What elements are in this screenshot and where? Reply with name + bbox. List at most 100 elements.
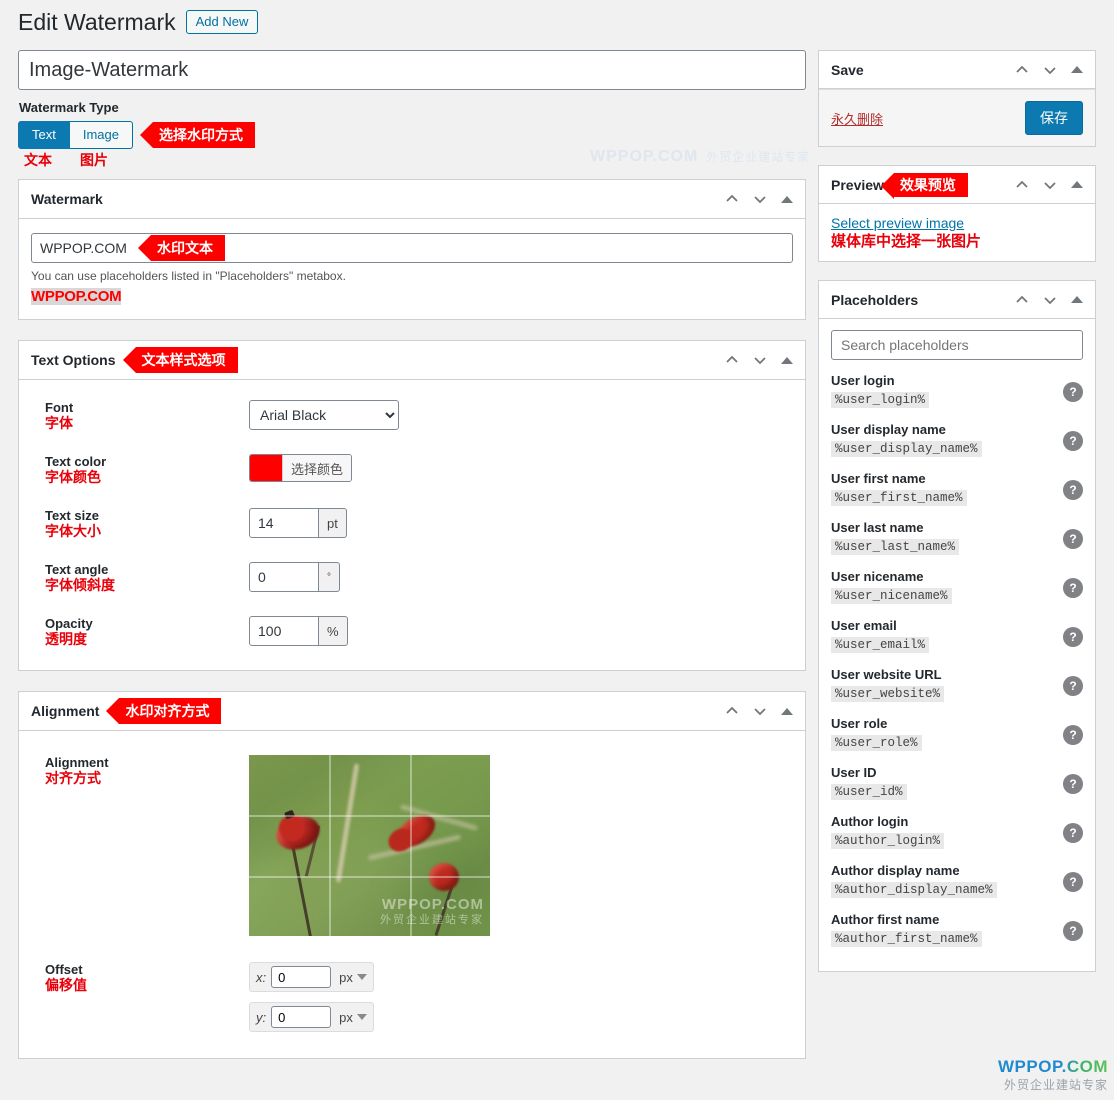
collapse-toggle-icon[interactable] xyxy=(781,707,793,715)
watermark-type-tabs[interactable]: Text Image xyxy=(18,121,133,149)
text-size-label-zh: 字体大小 xyxy=(45,523,101,539)
chevron-up-icon[interactable] xyxy=(1015,293,1029,307)
watermark-title-input[interactable] xyxy=(18,50,806,90)
font-label-zh: 字体 xyxy=(45,415,73,431)
collapse-toggle-icon[interactable] xyxy=(781,195,793,203)
text-angle-label: Text angle 字体倾斜度 xyxy=(31,562,249,594)
font-select[interactable]: Arial Black xyxy=(249,400,399,430)
help-icon[interactable]: ? xyxy=(1063,774,1083,794)
offset-x-unit-dropdown-icon[interactable] xyxy=(356,974,367,980)
offset-x-group: x: px xyxy=(249,962,374,992)
placeholder-code[interactable]: %author_login% xyxy=(831,833,945,849)
offset-y-unit-dropdown-icon[interactable] xyxy=(356,1014,367,1020)
placeholder-item[interactable]: User website URL %user_website%? xyxy=(831,666,1083,702)
placeholder-item[interactable]: User ID %user_id%? xyxy=(831,764,1083,800)
placeholder-item[interactable]: User last name %user_last_name%? xyxy=(831,519,1083,555)
help-icon[interactable]: ? xyxy=(1063,823,1083,843)
color-picker[interactable]: 选择颜色 xyxy=(249,454,353,482)
search-placeholders-input[interactable] xyxy=(831,330,1083,360)
color-swatch[interactable] xyxy=(250,455,282,481)
panel-tools xyxy=(1015,178,1083,192)
callout-watermark-text: 水印文本 xyxy=(138,235,225,261)
offset-y-axis-label: y: xyxy=(256,1009,267,1025)
placeholder-code[interactable]: %author_first_name% xyxy=(831,931,982,947)
collapse-toggle-icon[interactable] xyxy=(1071,296,1083,303)
help-icon[interactable]: ? xyxy=(1063,921,1083,941)
placeholders-panel: Placeholders User login%user_login%?User… xyxy=(818,280,1096,972)
placeholder-name: User nicename xyxy=(831,569,924,584)
tab-image[interactable]: Image xyxy=(69,121,133,149)
placeholder-item[interactable]: Author first name %author_first_name%? xyxy=(831,911,1083,947)
chevron-down-icon[interactable] xyxy=(1043,178,1057,192)
offset-y-input[interactable] xyxy=(271,1006,332,1028)
help-icon[interactable]: ? xyxy=(1063,676,1083,696)
placeholder-item[interactable]: User nicename %user_nicename%? xyxy=(831,568,1083,604)
help-icon[interactable]: ? xyxy=(1063,431,1083,451)
placeholder-code[interactable]: %user_login% xyxy=(831,392,930,408)
placeholder-code[interactable]: %user_display_name% xyxy=(831,441,982,457)
alignment-position-grid[interactable]: WPPOP.COM 外贸企业建站专家 xyxy=(249,755,490,936)
tab-text[interactable]: Text xyxy=(18,121,70,149)
placeholder-item[interactable]: User role %user_role%? xyxy=(831,715,1083,751)
collapse-toggle-icon[interactable] xyxy=(1071,66,1083,73)
placeholder-code[interactable]: %user_website% xyxy=(831,686,945,702)
collapse-toggle-icon[interactable] xyxy=(781,356,793,364)
callout-text-options: 文本样式选项 xyxy=(122,347,238,373)
placeholder-name: User first name xyxy=(831,471,926,486)
placeholder-name: Author first name xyxy=(831,912,940,927)
chevron-down-icon[interactable] xyxy=(753,192,767,206)
text-size-group: pt xyxy=(249,508,347,538)
help-icon[interactable]: ? xyxy=(1063,627,1083,647)
placeholder-item[interactable]: User email %user_email%? xyxy=(831,617,1083,653)
help-icon[interactable]: ? xyxy=(1063,529,1083,549)
placeholder-item[interactable]: User display name %user_display_name%? xyxy=(831,421,1083,457)
metabox-tools xyxy=(725,704,793,718)
select-color-button[interactable]: 选择颜色 xyxy=(282,455,352,481)
offset-x-input[interactable] xyxy=(271,966,332,988)
chevron-down-icon[interactable] xyxy=(753,704,767,718)
text-color-label: Text color 字体颜色 xyxy=(31,454,249,486)
add-new-button[interactable]: Add New xyxy=(185,10,259,34)
chevron-down-icon[interactable] xyxy=(1043,293,1057,307)
save-panel: Save 永久删除 保存 xyxy=(818,50,1096,147)
placeholder-code[interactable]: %user_id% xyxy=(831,784,907,800)
opacity-input[interactable] xyxy=(249,616,319,646)
chevron-down-icon[interactable] xyxy=(753,353,767,367)
placeholder-code[interactable]: %user_last_name% xyxy=(831,539,960,555)
panel-tools xyxy=(1015,293,1083,307)
help-icon[interactable]: ? xyxy=(1063,725,1083,745)
chevron-up-icon[interactable] xyxy=(725,704,739,718)
placeholder-code[interactable]: %user_first_name% xyxy=(831,490,967,506)
collapse-toggle-icon[interactable] xyxy=(1071,181,1083,188)
text-angle-unit: ° xyxy=(319,562,340,592)
delete-permanently-link[interactable]: 永久删除 xyxy=(831,109,883,128)
placeholder-code[interactable]: %user_email% xyxy=(831,637,930,653)
text-size-input[interactable] xyxy=(249,508,319,538)
watermark-metabox-header: Watermark xyxy=(19,180,805,219)
placeholder-item[interactable]: User first name %user_first_name%? xyxy=(831,470,1083,506)
help-icon[interactable]: ? xyxy=(1063,382,1083,402)
help-icon[interactable]: ? xyxy=(1063,480,1083,500)
text-options-body: Font 字体 Arial Black Text color 字体颜色 选择颜色… xyxy=(19,380,805,670)
placeholder-item[interactable]: Author display name %author_display_name%… xyxy=(831,862,1083,898)
select-preview-image-link[interactable]: Select preview image xyxy=(831,215,964,231)
placeholder-item[interactable]: Author login %author_login%? xyxy=(831,813,1083,849)
placeholders-list: User login %user_login%? User display name… xyxy=(831,372,1083,947)
option-row-text-size: Text size 字体大小 pt xyxy=(31,508,793,562)
placeholder-name: Author login xyxy=(831,814,909,829)
chevron-up-icon[interactable] xyxy=(725,353,739,367)
placeholder-item[interactable]: User login %user_login%? xyxy=(831,372,1083,408)
help-icon[interactable]: ? xyxy=(1063,872,1083,892)
placeholder-code[interactable]: %user_nicename% xyxy=(831,588,952,604)
chevron-up-icon[interactable] xyxy=(725,192,739,206)
metabox-tools xyxy=(725,353,793,367)
chevron-up-icon[interactable] xyxy=(1015,178,1029,192)
save-button[interactable]: 保存 xyxy=(1025,101,1083,135)
placeholder-code[interactable]: %user_role% xyxy=(831,735,922,751)
help-icon[interactable]: ? xyxy=(1063,578,1083,598)
text-options-header: Text Options 文本样式选项 xyxy=(19,341,805,380)
placeholder-code[interactable]: %author_display_name% xyxy=(831,882,997,898)
text-angle-input[interactable] xyxy=(249,562,319,592)
chevron-up-icon[interactable] xyxy=(1015,63,1029,77)
chevron-down-icon[interactable] xyxy=(1043,63,1057,77)
